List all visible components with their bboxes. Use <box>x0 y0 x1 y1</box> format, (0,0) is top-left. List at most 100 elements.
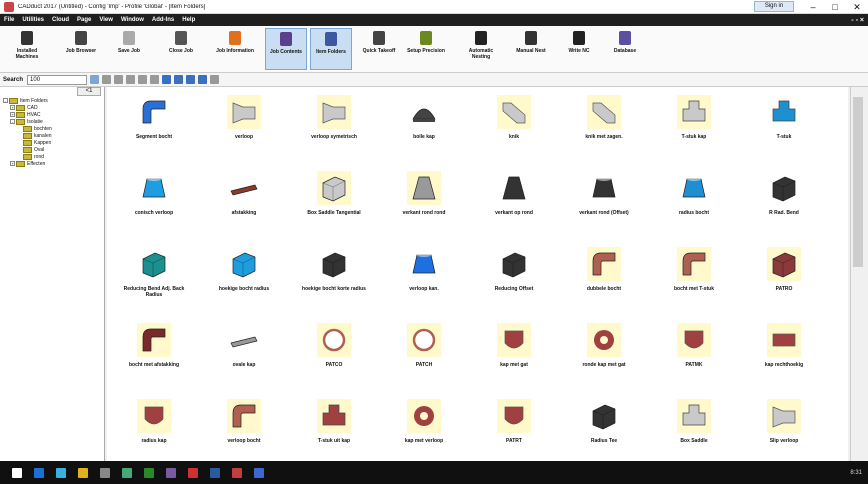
item-tile[interactable]: Box Saddle <box>653 397 735 469</box>
item-tile[interactable]: Reducing Bend Adj. Back Radius <box>113 245 195 317</box>
item-tile[interactable]: T-stuk uit kap <box>293 397 375 469</box>
item-tile[interactable]: kap rechthoekig <box>743 321 825 393</box>
tree-item[interactable]: + HVAC <box>0 111 104 118</box>
item-tile[interactable]: Box Saddle Tangential <box>293 169 375 241</box>
tree-item[interactable]: + CAD <box>0 104 104 111</box>
item-tile[interactable]: knik <box>473 93 555 165</box>
item-tile[interactable]: hoekige bocht radius <box>203 245 285 317</box>
item-tile[interactable]: Slip verloop <box>743 397 825 469</box>
menu-window[interactable]: Window <box>117 17 148 23</box>
taskbar-app-icon[interactable] <box>210 467 220 478</box>
item-tile[interactable]: dubbele bocht <box>563 245 645 317</box>
tree-item[interactable]: - Item Folders <box>0 97 104 104</box>
ribbon-button-setup-precision[interactable]: Setup Precision <box>405 28 447 70</box>
menu-add-ins[interactable]: Add-Ins <box>148 17 178 23</box>
maximize-button[interactable]: □ <box>824 0 846 14</box>
taskbar-app-icon[interactable] <box>34 467 44 478</box>
sign-in-button[interactable]: Sign in <box>754 1 794 12</box>
item-tile[interactable]: R Rad. Bend <box>743 169 825 241</box>
vertical-scrollbar[interactable] <box>850 87 864 461</box>
ribbon-button-installed-machines[interactable]: Installed Machines <box>6 28 48 70</box>
view-grid-icon[interactable] <box>198 75 208 84</box>
item-tile[interactable]: Segment bocht <box>113 93 195 165</box>
search-input[interactable]: 100 <box>27 74 88 85</box>
mdi-window-controls[interactable]: - ▫ × <box>847 17 868 24</box>
minimize-button[interactable]: – <box>802 0 824 14</box>
item-tile[interactable]: verloop kan. <box>383 245 465 317</box>
menu-page[interactable]: Page <box>73 17 95 23</box>
item-tile[interactable]: boile kap <box>383 93 465 165</box>
tree-expander[interactable]: + <box>10 112 15 117</box>
ribbon-button-automatic-nesting[interactable]: Automatic Nesting <box>460 28 502 70</box>
ribbon-button-write-nc[interactable]: Write NC <box>558 28 600 70</box>
ribbon-button-item-folders[interactable]: Item Folders <box>310 28 352 70</box>
taskbar-app-icon[interactable] <box>100 467 110 478</box>
taskbar-app-icon[interactable] <box>166 467 176 478</box>
tree-expander[interactable]: - <box>10 119 15 124</box>
item-tile[interactable]: PATCH <box>383 321 465 393</box>
ribbon-button-quick-takeoff[interactable]: Quick Takeoff <box>358 28 400 70</box>
ribbon-button-job-browser[interactable]: Job Browser <box>60 28 102 70</box>
menu-utilities[interactable]: Utilities <box>18 17 48 23</box>
view-list-icon[interactable] <box>90 75 100 84</box>
view-copy-icon[interactable] <box>138 75 148 84</box>
item-tile[interactable]: ronde kap met gat <box>563 321 645 393</box>
item-tile[interactable]: Radius Tee <box>563 397 645 469</box>
taskbar-app-icon[interactable] <box>78 467 88 478</box>
view-paste-icon[interactable] <box>150 75 160 84</box>
item-tile[interactable]: T-stuk <box>743 93 825 165</box>
ribbon-button-close-job[interactable]: Close Job <box>160 28 202 70</box>
view-sort-icon[interactable] <box>114 75 124 84</box>
item-tile[interactable]: kap met verloop <box>383 397 465 469</box>
ribbon-button-manual-nest[interactable]: Manual Nest <box>510 28 552 70</box>
item-tile[interactable]: verkant rond (Offset) <box>563 169 645 241</box>
item-tile[interactable]: radius kap <box>113 397 195 469</box>
item-tile[interactable]: radius bocht <box>653 169 735 241</box>
ribbon-button-save-job[interactable]: Save Job <box>108 28 150 70</box>
item-tile[interactable]: verkant op rond <box>473 169 555 241</box>
item-tile[interactable]: ovale kap <box>203 321 285 393</box>
item-tile[interactable]: hoekige bocht korte radius <box>293 245 375 317</box>
item-tile[interactable]: conisch verloop <box>113 169 195 241</box>
item-tile[interactable]: verkant rond rond <box>383 169 465 241</box>
view-large-icon[interactable] <box>162 75 172 84</box>
view-details-icon[interactable] <box>102 75 112 84</box>
item-tile[interactable]: verloop symetrisch <box>293 93 375 165</box>
ribbon-button-job-contents[interactable]: Job Contents <box>265 28 307 70</box>
taskbar-app-icon[interactable] <box>122 467 132 478</box>
view-filter-icon[interactable] <box>126 75 136 84</box>
item-tile[interactable]: verloop bocht <box>203 397 285 469</box>
tree-item[interactable]: Oval <box>0 146 104 153</box>
item-tile[interactable]: kap met gat <box>473 321 555 393</box>
item-tile[interactable]: bocht met T-stuk <box>653 245 735 317</box>
item-tile[interactable]: T-stuk kap <box>653 93 735 165</box>
taskbar-app-icon[interactable] <box>188 467 198 478</box>
start-button-icon[interactable] <box>12 467 22 478</box>
item-tile[interactable]: PATCO <box>293 321 375 393</box>
item-tile[interactable]: bocht met afstakking <box>113 321 195 393</box>
menu-cloud[interactable]: Cloud <box>48 17 73 23</box>
menu-file[interactable]: File <box>0 17 18 23</box>
item-tile[interactable]: PATRO <box>743 245 825 317</box>
tree-item[interactable]: Kappen <box>0 139 104 146</box>
tree-nav-button[interactable]: <1 <box>77 87 101 96</box>
tree-expander[interactable]: + <box>10 161 15 166</box>
view-small-icon[interactable] <box>186 75 196 84</box>
view-refresh-icon[interactable] <box>210 75 220 84</box>
tree-item[interactable]: + Effecten <box>0 160 104 167</box>
ribbon-button-job-information[interactable]: Job Information <box>214 28 256 70</box>
view-medium-icon[interactable] <box>174 75 184 84</box>
tree-expander[interactable]: + <box>10 105 15 110</box>
menu-view[interactable]: View <box>95 17 117 23</box>
item-tile[interactable]: PATMK <box>653 321 735 393</box>
item-tile[interactable]: knik met zagen. <box>563 93 645 165</box>
tree-item[interactable]: - Isolatie <box>0 118 104 125</box>
tree-item[interactable]: rond <box>0 153 104 160</box>
item-tile[interactable]: verloop <box>203 93 285 165</box>
taskbar-app-icon[interactable] <box>254 467 264 478</box>
item-tile[interactable]: Reducing Offset <box>473 245 555 317</box>
menu-help[interactable]: Help <box>178 17 199 23</box>
ribbon-button-database[interactable]: Database <box>604 28 646 70</box>
taskbar-app-icon[interactable] <box>232 467 242 478</box>
taskbar-app-icon[interactable] <box>56 467 66 478</box>
